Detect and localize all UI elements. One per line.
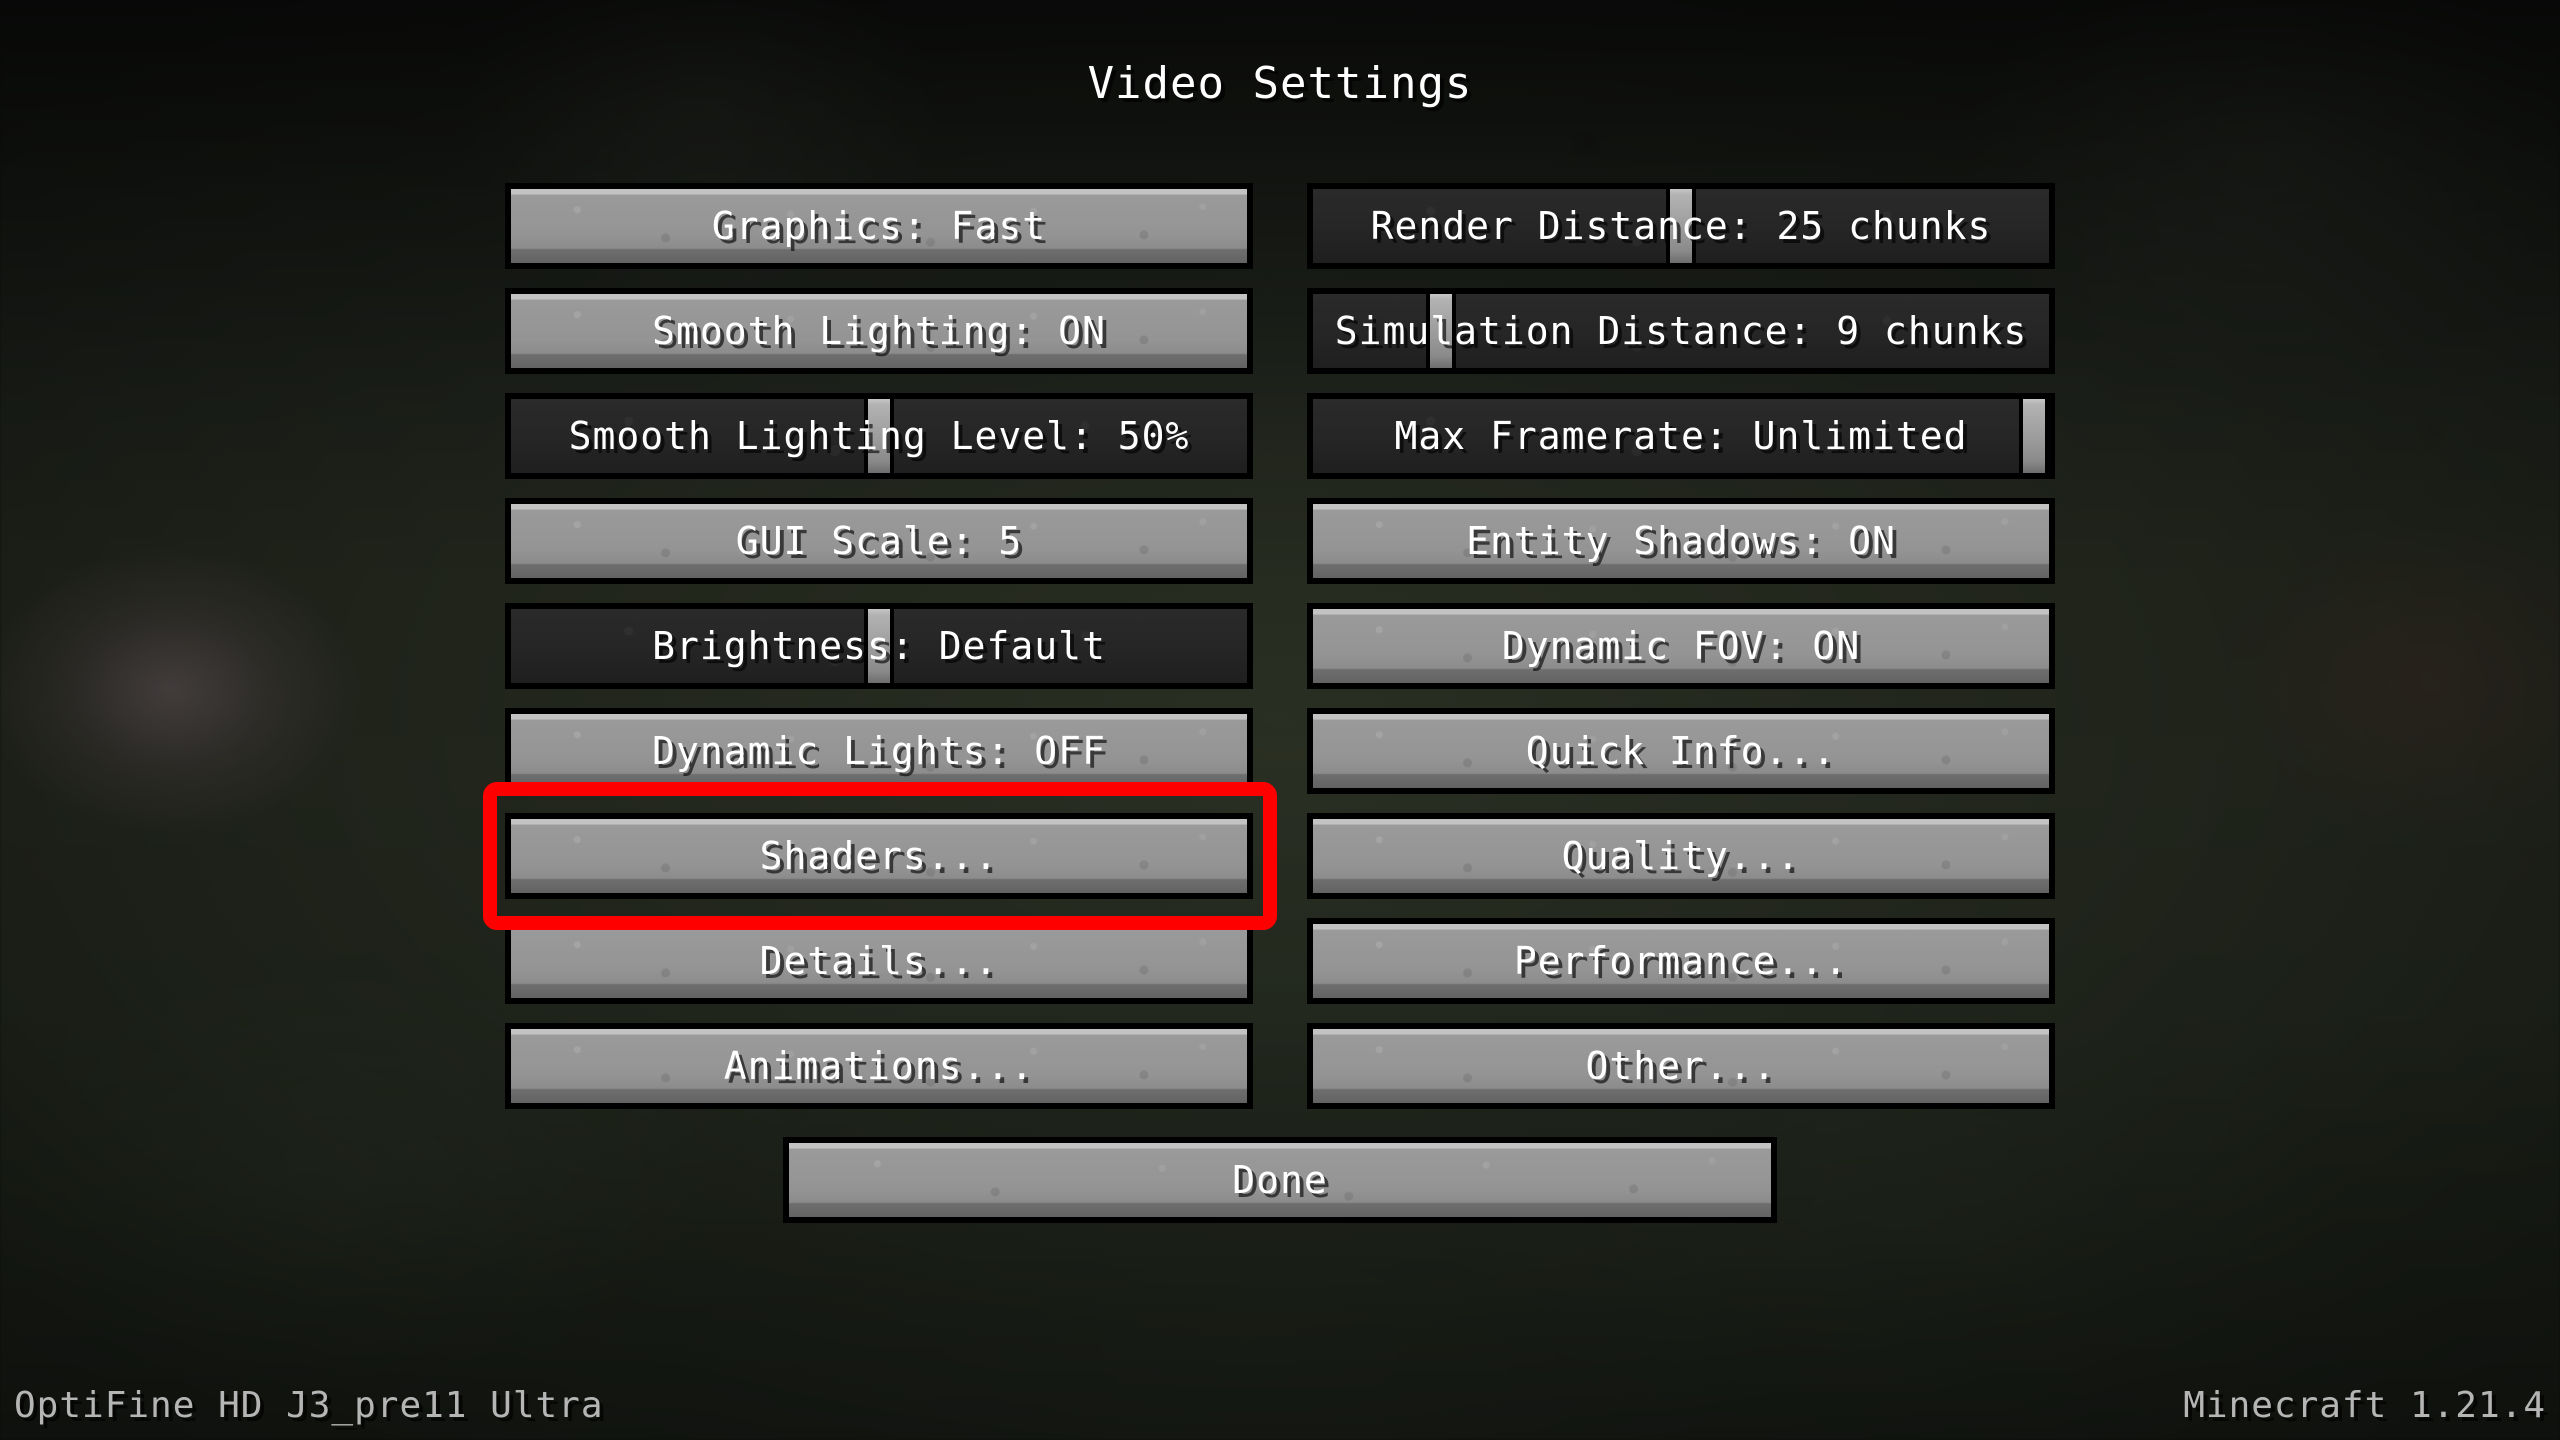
- minecraft-version-label: Minecraft 1.21.4: [2183, 1385, 2546, 1426]
- option-label: Quick Info...: [1525, 729, 1837, 773]
- option-label: Brightness: Default: [652, 624, 1106, 668]
- option-graphics-fast[interactable]: Graphics: Fast: [505, 183, 1253, 269]
- option-dynamic-lights-off[interactable]: Dynamic Lights: OFF: [505, 708, 1253, 794]
- option-details[interactable]: Details...: [505, 918, 1253, 1004]
- option-quick-info[interactable]: Quick Info...: [1307, 708, 2055, 794]
- option-smooth-lighting-on[interactable]: Smooth Lighting: ON: [505, 288, 1253, 374]
- page-title: Video Settings: [1087, 58, 1473, 109]
- done-button-label: Done: [1232, 1158, 1328, 1202]
- optifine-version-label: OptiFine HD J3_pre11 Ultra: [14, 1385, 604, 1426]
- option-max-framerate-unlimited[interactable]: Max Framerate: Unlimited: [1307, 393, 2055, 479]
- option-performance[interactable]: Performance...: [1307, 918, 2055, 1004]
- option-render-distance-25-chunks[interactable]: Render Distance: 25 chunks: [1307, 183, 2055, 269]
- option-shaders[interactable]: Shaders...: [505, 813, 1253, 899]
- option-other[interactable]: Other...: [1307, 1023, 2055, 1109]
- option-simulation-distance-9-chunks[interactable]: Simulation Distance: 9 chunks: [1307, 288, 2055, 374]
- option-label: Graphics: Fast: [711, 204, 1047, 248]
- option-label: Quality...: [1561, 834, 1801, 878]
- done-button[interactable]: Done: [783, 1137, 1777, 1223]
- option-label: Dynamic Lights: OFF: [652, 729, 1106, 773]
- slider-handle-max-framerate-unlimited[interactable]: [2019, 399, 2049, 473]
- video-settings-screen: Video Settings Graphics: Fast Smooth Ligh…: [0, 0, 2560, 1440]
- option-gui-scale-5[interactable]: GUI Scale: 5: [505, 498, 1253, 584]
- option-entity-shadows-on[interactable]: Entity Shadows: ON: [1307, 498, 2055, 584]
- option-brightness-default[interactable]: Brightness: Default: [505, 603, 1253, 689]
- option-label: Simulation Distance: 9 chunks: [1334, 309, 2028, 353]
- option-quality[interactable]: Quality...: [1307, 813, 2055, 899]
- option-label: Smooth Lighting: ON: [652, 309, 1106, 353]
- option-label: Render Distance: 25 chunks: [1370, 204, 1992, 248]
- option-label: Entity Shadows: ON: [1466, 519, 1896, 563]
- option-label: Max Framerate: Unlimited: [1394, 414, 1968, 458]
- option-label: Dynamic FOV: ON: [1501, 624, 1861, 668]
- option-label: Other...: [1585, 1044, 1777, 1088]
- option-label: Details...: [759, 939, 999, 983]
- option-label: Smooth Lighting Level: 50%: [568, 414, 1190, 458]
- option-smooth-lighting-level-50[interactable]: Smooth Lighting Level: 50%: [505, 393, 1253, 479]
- option-dynamic-fov-on[interactable]: Dynamic FOV: ON: [1307, 603, 2055, 689]
- option-label: GUI Scale: 5: [735, 519, 1023, 563]
- option-label: Shaders...: [759, 834, 999, 878]
- option-animations[interactable]: Animations...: [505, 1023, 1253, 1109]
- option-label: Performance...: [1513, 939, 1849, 983]
- option-label: Animations...: [723, 1044, 1035, 1088]
